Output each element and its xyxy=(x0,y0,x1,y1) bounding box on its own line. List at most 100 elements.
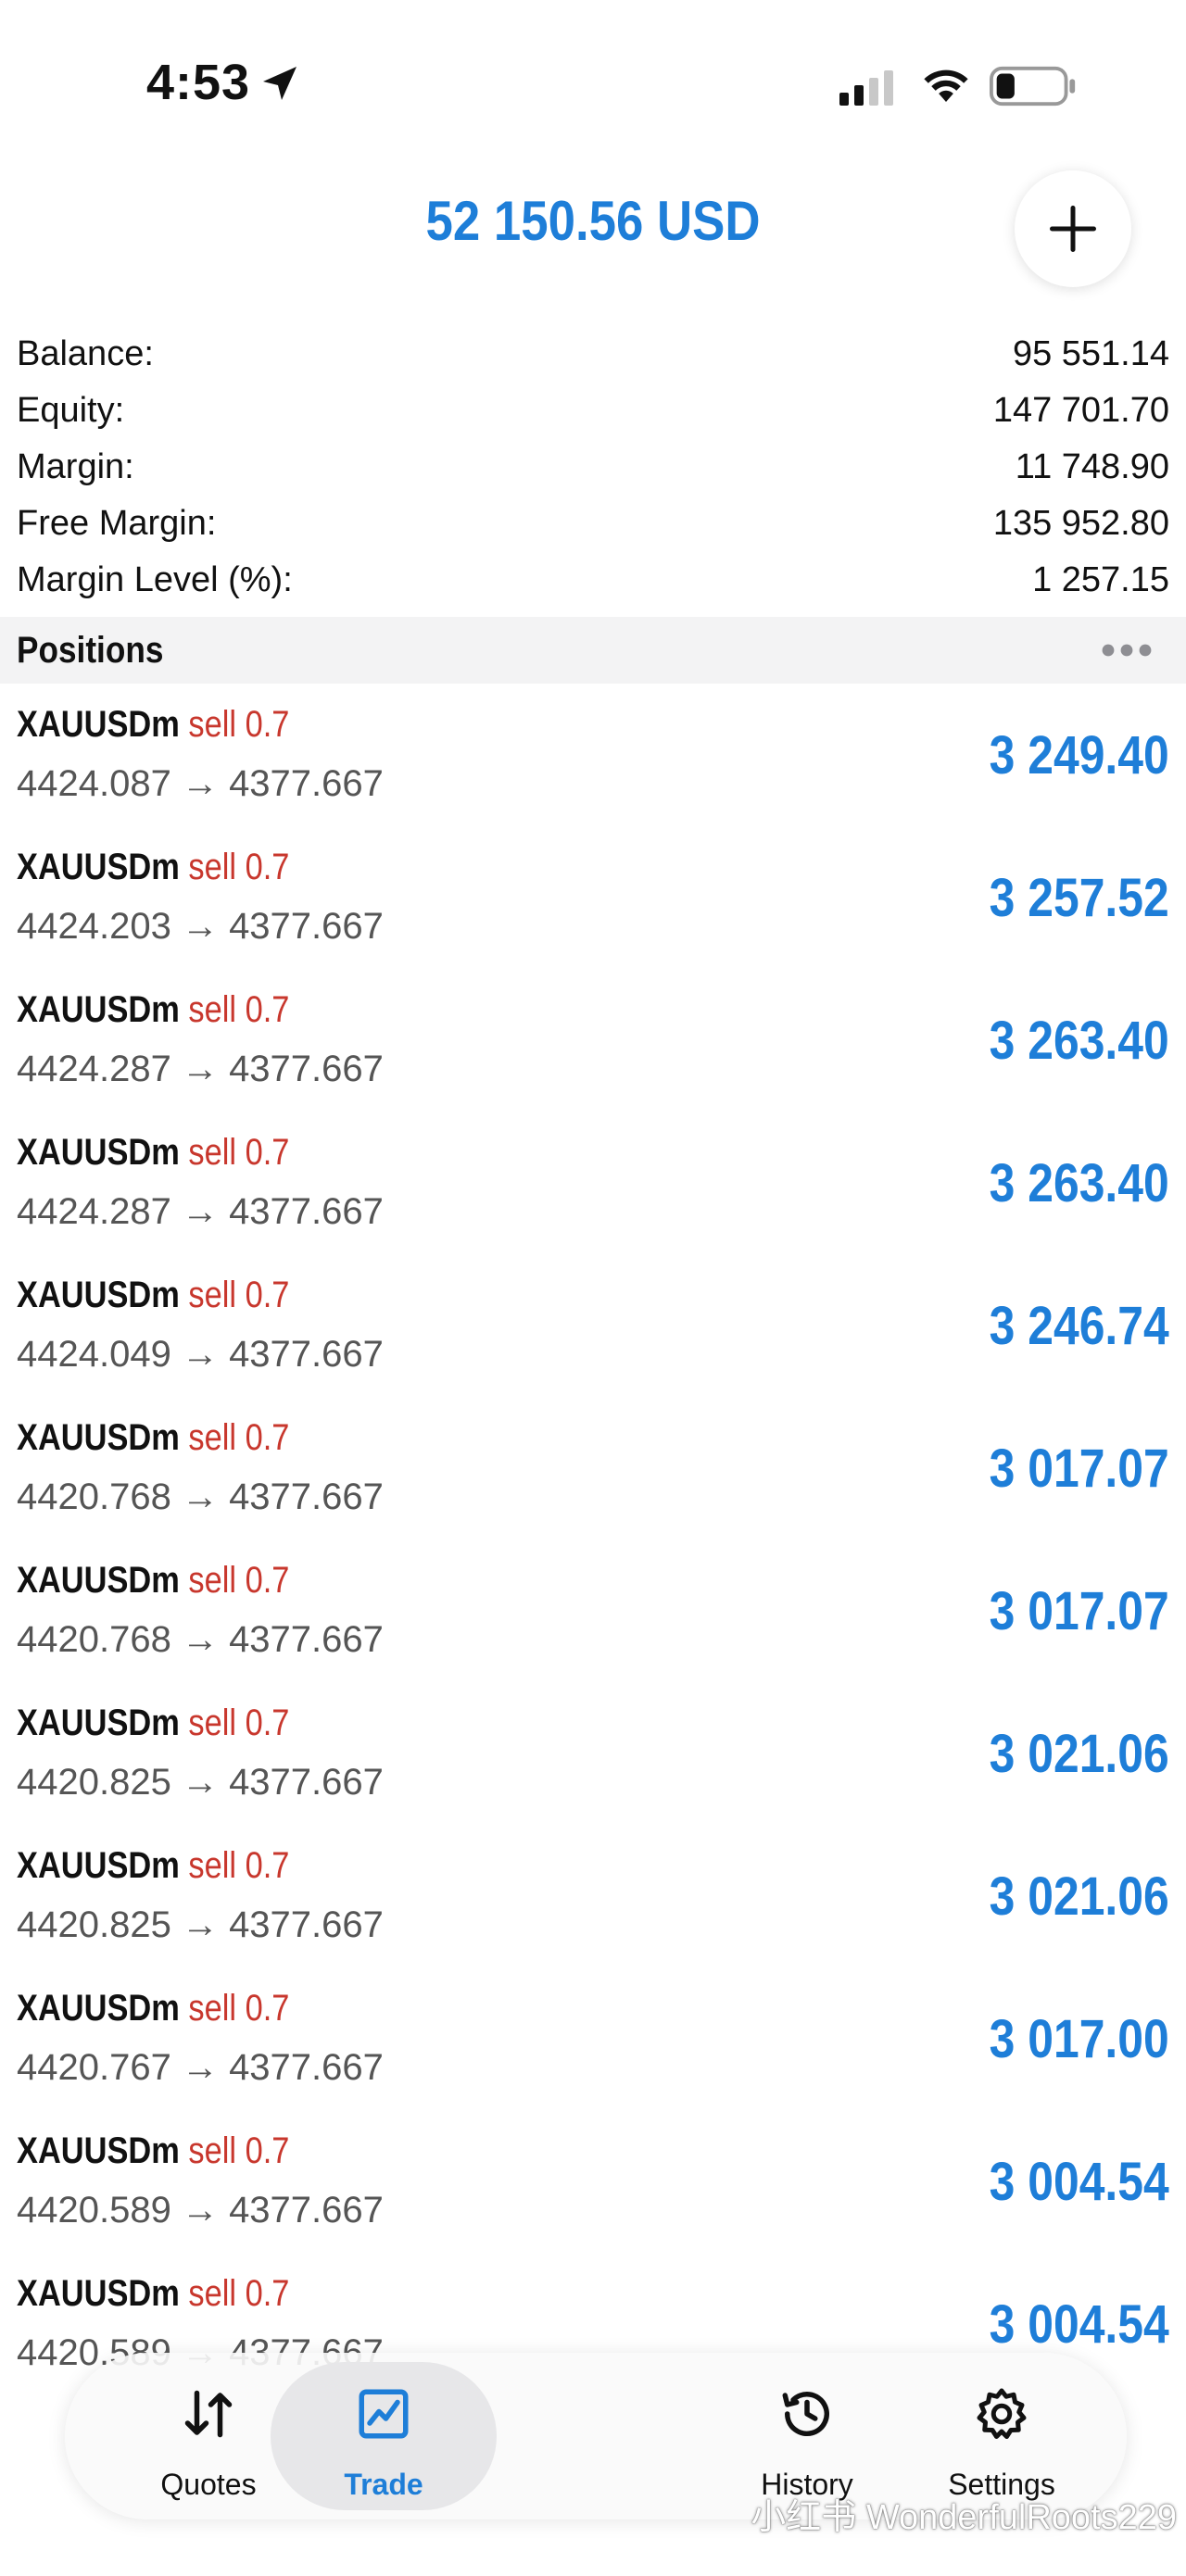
history-icon xyxy=(782,2392,829,2437)
position-row[interactable]: XAUUSDm sell 0.7 4420.589 → 4377.667 3 0… xyxy=(0,2110,1186,2253)
position-title: XAUUSDm sell 0.7 xyxy=(17,1560,289,1602)
position-row[interactable]: XAUUSDm sell 0.7 4420.768 → 4377.667 3 0… xyxy=(0,1539,1186,1682)
position-type: sell 0.7 xyxy=(188,1703,290,1743)
position-prices: 4424.287 → 4377.667 xyxy=(17,1049,384,1089)
free-margin-value: 135 952.80 xyxy=(992,504,1169,543)
cellular-signal-icon xyxy=(839,70,893,106)
position-title: XAUUSDm sell 0.7 xyxy=(17,1703,289,1744)
position-title: XAUUSDm sell 0.7 xyxy=(17,2273,289,2315)
position-profit: 3 021.06 xyxy=(989,1724,1169,1784)
position-profit: 3 004.54 xyxy=(989,2152,1169,2212)
status-bar: 4:53 xyxy=(0,0,1186,167)
summary-row-margin: Margin: 11 748.90 xyxy=(17,439,1169,496)
margin-label: Margin: xyxy=(17,447,134,486)
position-type: sell 0.7 xyxy=(188,2130,290,2171)
positions-title: Positions xyxy=(17,630,164,671)
position-profit: 3 017.07 xyxy=(989,1581,1169,1641)
position-title: XAUUSDm sell 0.7 xyxy=(17,1417,289,1459)
position-prices: 4420.825 → 4377.667 xyxy=(17,1904,384,1945)
position-title: XAUUSDm sell 0.7 xyxy=(17,847,289,888)
position-profit: 3 021.06 xyxy=(989,1866,1169,1927)
position-profit: 3 249.40 xyxy=(989,725,1169,785)
position-prices: 4420.767 → 4377.667 xyxy=(17,2047,384,2088)
position-row[interactable]: XAUUSDm sell 0.7 4420.767 → 4377.667 3 0… xyxy=(0,1967,1186,2110)
account-profit-total: 52 150.56 USD xyxy=(425,190,761,252)
position-row[interactable]: XAUUSDm sell 0.7 4424.203 → 4377.667 3 2… xyxy=(0,826,1186,969)
position-profit: 3 257.52 xyxy=(989,868,1169,928)
position-prices: 4424.049 → 4377.667 xyxy=(17,1334,384,1375)
position-profit: 3 017.07 xyxy=(989,1439,1169,1499)
free-margin-label: Free Margin: xyxy=(17,504,217,543)
position-title: XAUUSDm sell 0.7 xyxy=(17,1132,289,1174)
position-type: sell 0.7 xyxy=(188,704,290,745)
position-prices: 4420.768 → 4377.667 xyxy=(17,1476,384,1517)
position-symbol: XAUUSDm xyxy=(17,1417,180,1458)
tab-trade[interactable]: Trade xyxy=(271,2353,497,2519)
position-profit: 3 263.40 xyxy=(989,1011,1169,1071)
positions-list: XAUUSDm sell 0.7 4424.087 → 4377.667 3 2… xyxy=(0,684,1186,2395)
summary-row-equity: Equity: 147 701.70 xyxy=(17,383,1169,439)
position-symbol: XAUUSDm xyxy=(17,2130,180,2171)
position-prices: 4424.287 → 4377.667 xyxy=(17,1191,384,1232)
position-prices: 4420.768 → 4377.667 xyxy=(17,1619,384,1660)
position-title: XAUUSDm sell 0.7 xyxy=(17,1988,289,2029)
equity-value: 147 701.70 xyxy=(992,391,1169,430)
position-symbol: XAUUSDm xyxy=(17,1988,180,2029)
plus-icon xyxy=(1050,206,1096,252)
summary-row-balance: Balance: 95 551.14 xyxy=(17,326,1169,383)
position-title: XAUUSDm sell 0.7 xyxy=(17,1275,289,1316)
position-symbol: XAUUSDm xyxy=(17,704,180,745)
position-title: XAUUSDm sell 0.7 xyxy=(17,704,289,746)
summary-row-margin-level: Margin Level (%): 1 257.15 xyxy=(17,552,1169,609)
battery-icon xyxy=(990,66,1076,107)
position-row[interactable]: XAUUSDm sell 0.7 4424.049 → 4377.667 3 2… xyxy=(0,1254,1186,1397)
more-options-icon[interactable] xyxy=(1099,641,1154,660)
position-type: sell 0.7 xyxy=(188,1560,290,1601)
position-profit: 3 004.54 xyxy=(989,2294,1169,2355)
watermark-text: 小红书 WonderfulRoots229 xyxy=(751,2498,1177,2537)
position-row[interactable]: XAUUSDm sell 0.7 4424.087 → 4377.667 3 2… xyxy=(0,684,1186,826)
quotes-icon xyxy=(184,2390,233,2438)
position-profit: 3 017.00 xyxy=(989,2009,1169,2069)
position-type: sell 0.7 xyxy=(188,2273,290,2314)
equity-label: Equity: xyxy=(17,391,125,430)
location-arrow-icon xyxy=(263,67,296,100)
position-row[interactable]: XAUUSDm sell 0.7 4424.287 → 4377.667 3 2… xyxy=(0,1112,1186,1254)
position-type: sell 0.7 xyxy=(188,1417,290,1458)
position-prices: 4420.589 → 4377.667 xyxy=(17,2190,384,2230)
status-time: 4:53 xyxy=(146,55,251,110)
position-prices: 4424.203 → 4377.667 xyxy=(17,906,384,947)
position-symbol: XAUUSDm xyxy=(17,2273,180,2314)
position-row[interactable]: XAUUSDm sell 0.7 4420.825 → 4377.667 3 0… xyxy=(0,1825,1186,1967)
balance-label: Balance: xyxy=(17,334,154,373)
position-type: sell 0.7 xyxy=(188,1988,290,2029)
position-title: XAUUSDm sell 0.7 xyxy=(17,989,289,1031)
position-symbol: XAUUSDm xyxy=(17,847,180,887)
position-prices: 4424.087 → 4377.667 xyxy=(17,763,384,804)
wifi-icon xyxy=(924,69,968,102)
position-prices: 4420.825 → 4377.667 xyxy=(17,1762,384,1803)
position-row[interactable]: XAUUSDm sell 0.7 4420.825 → 4377.667 3 0… xyxy=(0,1682,1186,1825)
new-order-button[interactable] xyxy=(1015,170,1131,287)
position-row[interactable]: XAUUSDm sell 0.7 4420.768 → 4377.667 3 0… xyxy=(0,1397,1186,1539)
margin-level-value: 1 257.15 xyxy=(1032,560,1169,599)
position-symbol: XAUUSDm xyxy=(17,1132,180,1173)
position-symbol: XAUUSDm xyxy=(17,1275,180,1315)
position-symbol: XAUUSDm xyxy=(17,989,180,1030)
position-symbol: XAUUSDm xyxy=(17,1560,180,1601)
tab-trade-label: Trade xyxy=(344,2468,423,2501)
margin-level-label: Margin Level (%): xyxy=(17,560,293,599)
position-profit: 3 263.40 xyxy=(989,1153,1169,1213)
position-row[interactable]: XAUUSDm sell 0.7 4424.287 → 4377.667 3 2… xyxy=(0,969,1186,1112)
position-title: XAUUSDm sell 0.7 xyxy=(17,2130,289,2172)
trade-icon xyxy=(359,2389,409,2439)
position-type: sell 0.7 xyxy=(188,1132,290,1173)
position-type: sell 0.7 xyxy=(188,847,290,887)
balance-value: 95 551.14 xyxy=(1012,334,1169,373)
position-profit: 3 246.74 xyxy=(989,1296,1169,1356)
position-type: sell 0.7 xyxy=(188,1845,290,1886)
position-type: sell 0.7 xyxy=(188,989,290,1030)
settings-icon xyxy=(977,2388,1027,2439)
position-symbol: XAUUSDm xyxy=(17,1845,180,1886)
positions-section-header: Positions xyxy=(0,617,1186,684)
